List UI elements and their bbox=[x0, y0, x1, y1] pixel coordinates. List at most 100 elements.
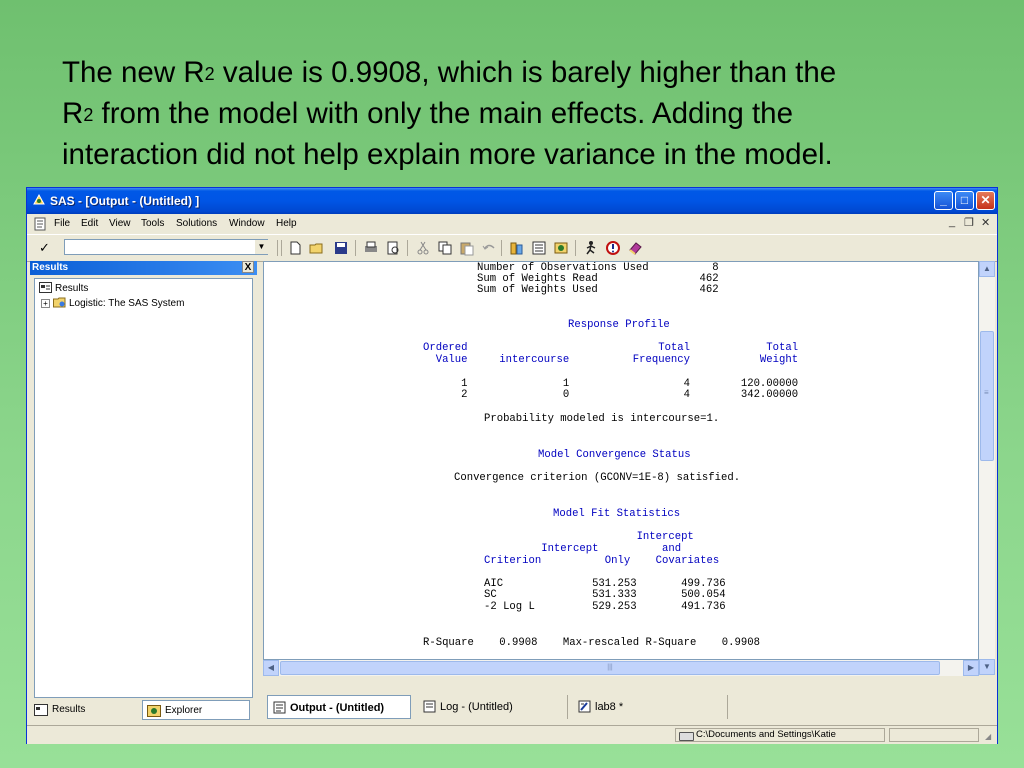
tab-label: Results bbox=[52, 704, 86, 715]
scroll-grip-icon: ≡ bbox=[984, 388, 989, 397]
section-heading: Model Fit Statistics bbox=[553, 508, 681, 520]
cut-icon[interactable] bbox=[415, 240, 431, 256]
tab-label: Log - (Untitled) bbox=[440, 701, 513, 713]
section-heading: Model Convergence Status bbox=[538, 449, 691, 461]
command-dropdown-button[interactable]: ▼ bbox=[255, 240, 268, 254]
caption-line-3: interaction did not help explain more va… bbox=[62, 138, 833, 171]
results-header-label: Results bbox=[32, 262, 69, 273]
scroll-left-button[interactable]: ◀ bbox=[263, 660, 279, 676]
results-icon bbox=[39, 282, 52, 293]
toolbar-separator bbox=[575, 240, 576, 256]
sas-window: SAS - [Output - (Untitled) ] _ □ ✕ File … bbox=[26, 187, 998, 744]
tab-label: Output - (Untitled) bbox=[290, 702, 385, 714]
toolbar-separator bbox=[501, 240, 502, 256]
menu-solutions[interactable]: Solutions bbox=[176, 218, 217, 229]
superscript: 2 bbox=[204, 64, 215, 84]
toolbar-separator bbox=[355, 240, 356, 256]
menu-view[interactable]: View bbox=[109, 218, 131, 229]
print-icon[interactable] bbox=[363, 240, 379, 256]
table-header: Intercept bbox=[484, 531, 694, 543]
maximize-button[interactable]: □ bbox=[955, 191, 974, 210]
caption-line-2: R2 from the model with only the main eff… bbox=[62, 97, 793, 130]
output-doc-icon bbox=[273, 701, 286, 714]
scroll-up-button[interactable]: ▲ bbox=[979, 261, 995, 277]
table-header: Criterion Only Covariates bbox=[484, 555, 720, 567]
tab-explorer[interactable]: Explorer bbox=[142, 700, 250, 720]
sas-app-icon bbox=[33, 193, 45, 205]
menu-edit[interactable]: Edit bbox=[81, 218, 98, 229]
output-line: Convergence criterion (GCONV=1E-8) satis… bbox=[454, 472, 741, 484]
scroll-right-button[interactable]: ▶ bbox=[963, 660, 979, 676]
editor-doc-icon bbox=[578, 700, 591, 713]
minimize-button[interactable]: _ bbox=[934, 191, 953, 210]
window-tabs: Output - (Untitled) Log - (Untitled) lab… bbox=[263, 693, 995, 721]
command-input[interactable] bbox=[64, 239, 268, 255]
mdi-minimize-button[interactable]: _ bbox=[949, 216, 955, 228]
log-doc-icon bbox=[423, 700, 436, 713]
table-row: SC 531.333 500.054 bbox=[484, 589, 726, 601]
open-folder-icon[interactable] bbox=[309, 240, 325, 256]
mdi-restore-button[interactable]: ❐ bbox=[964, 216, 974, 229]
table-row: 2 0 4 342.00000 bbox=[423, 389, 799, 401]
tab-label: Explorer bbox=[165, 705, 203, 716]
explorer-tree-icon[interactable] bbox=[531, 240, 547, 256]
output-line: Sum of Weights Used 462 bbox=[477, 284, 719, 296]
slide-caption: The new R2 value is 0.9908, which is bar… bbox=[62, 52, 982, 175]
help-book-icon[interactable] bbox=[627, 240, 643, 256]
resize-grip-icon[interactable]: ◢ bbox=[985, 732, 995, 742]
tab-output[interactable]: Output - (Untitled) bbox=[267, 695, 411, 719]
run-submit-icon[interactable] bbox=[583, 240, 599, 256]
menu-file[interactable]: File bbox=[54, 218, 70, 229]
menu-tools[interactable]: Tools bbox=[141, 218, 164, 229]
scroll-down-button[interactable]: ▼ bbox=[979, 659, 995, 675]
results-close-button[interactable]: X bbox=[242, 261, 254, 273]
tab-log[interactable]: Log - (Untitled) bbox=[418, 695, 568, 719]
menu-help[interactable]: Help bbox=[276, 218, 297, 229]
table-header: Ordered Total Total bbox=[423, 342, 799, 354]
tree-item-results[interactable]: Results bbox=[39, 282, 88, 294]
submit-check-icon[interactable]: ✓ bbox=[39, 240, 59, 256]
vertical-scroll-thumb[interactable]: ≡ bbox=[980, 331, 994, 461]
tab-lab8[interactable]: lab8 * bbox=[573, 695, 728, 719]
mdi-close-button[interactable]: ✕ bbox=[981, 216, 990, 229]
window-title: SAS - [Output - (Untitled) ] bbox=[50, 194, 200, 208]
new-document-icon[interactable] bbox=[287, 240, 303, 256]
horizontal-scroll-thumb[interactable]: ||| bbox=[280, 661, 940, 675]
explorer-tab-icon bbox=[147, 705, 161, 717]
save-icon[interactable] bbox=[333, 240, 349, 256]
output-window[interactable]: Number of Observations Used 8 Sum of Wei… bbox=[263, 261, 979, 660]
toolbar: ✓ ▼ bbox=[27, 234, 997, 262]
copy-icon[interactable] bbox=[437, 240, 453, 256]
results-tree: Results + Logistic: The SAS System bbox=[34, 278, 253, 698]
tab-results[interactable]: Results bbox=[30, 700, 140, 720]
menu-window[interactable]: Window bbox=[229, 218, 265, 229]
section-heading: Response Profile bbox=[568, 319, 670, 331]
results-view-icon[interactable] bbox=[553, 240, 569, 256]
expand-icon[interactable]: + bbox=[41, 299, 50, 308]
document-icon bbox=[34, 217, 46, 231]
break-icon[interactable] bbox=[605, 240, 621, 256]
toolbar-separator bbox=[281, 240, 282, 256]
library-icon[interactable] bbox=[509, 240, 525, 256]
output-line: Probability modeled is intercourse=1. bbox=[484, 413, 720, 425]
current-directory[interactable]: C:\Documents and Settings\Katie bbox=[675, 728, 885, 742]
horizontal-scrollbar[interactable]: ◀ ||| ▶ bbox=[263, 660, 979, 676]
tree-item-label: Results bbox=[55, 283, 89, 294]
print-preview-icon[interactable] bbox=[385, 240, 401, 256]
results-panel: Results X Results + Logistic: The SAS Sys… bbox=[30, 261, 257, 721]
vertical-scrollbar[interactable]: ▲ ≡ ▼ bbox=[979, 261, 995, 675]
table-header: Intercept and bbox=[484, 543, 682, 555]
title-bar[interactable]: SAS - [Output - (Untitled) ] _ □ ✕ bbox=[27, 188, 997, 214]
paste-icon[interactable] bbox=[459, 240, 475, 256]
tab-label: lab8 * bbox=[595, 701, 624, 713]
output-line: R-Square 0.9908 Max-rescaled R-Square 0.… bbox=[423, 637, 760, 649]
superscript: 2 bbox=[83, 105, 94, 125]
undo-icon[interactable] bbox=[481, 240, 497, 256]
folder-icon bbox=[53, 297, 66, 308]
tree-item-logistic[interactable]: + Logistic: The SAS System bbox=[41, 297, 184, 309]
drive-icon bbox=[679, 732, 694, 741]
left-pane-tabs: Results Explorer bbox=[30, 700, 257, 722]
close-button[interactable]: ✕ bbox=[976, 191, 995, 210]
toolbar-separator bbox=[277, 240, 278, 256]
table-header: Value intercourse Frequency Weight bbox=[423, 354, 799, 366]
